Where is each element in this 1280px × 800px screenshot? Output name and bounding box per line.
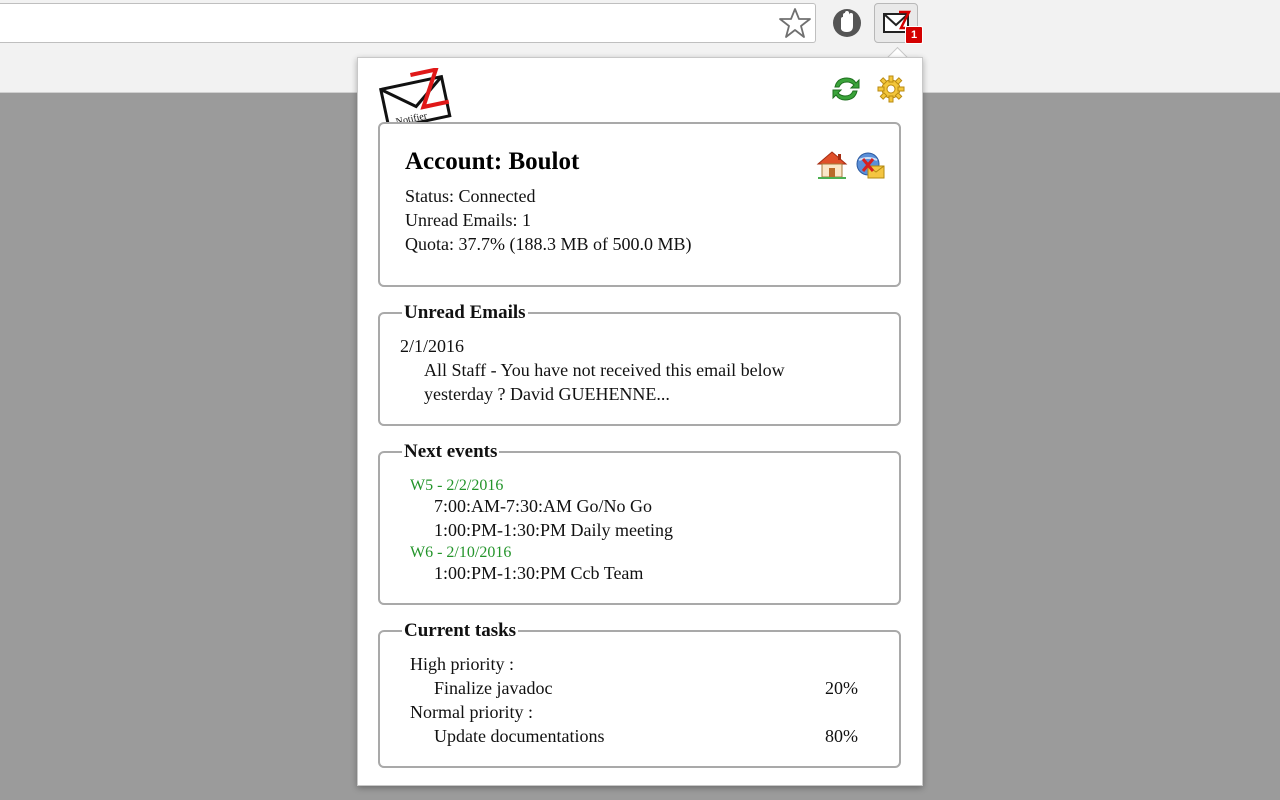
event-item[interactable]: 1:00:PM-1:30:PM Ccb Team [434,563,643,584]
next-events-legend: Next events [404,441,498,462]
account-status: Status: Connected [405,186,536,206]
gear-icon[interactable] [876,74,906,104]
current-tasks-legend: Current tasks [404,620,517,641]
email-date: 2/1/2016 [400,336,465,356]
unread-emails-legend: Unread Emails [404,302,526,323]
account-title: Account: Boulot [405,148,580,175]
email-preview-line2[interactable]: yesterday ? David GUEHENNE... [424,384,670,405]
task-name[interactable]: Update documentations [434,726,604,747]
home-icon[interactable] [816,150,848,180]
event-item[interactable]: 1:00:PM-1:30:PM Daily meeting [434,520,673,541]
hand-shield-icon[interactable] [828,4,866,42]
email-preview-line1[interactable]: All Staff - You have not received this e… [424,360,785,381]
refresh-icon[interactable] [830,74,862,104]
compose-mail-icon[interactable] [854,150,886,182]
priority-header-normal: Normal priority : [410,702,533,722]
event-item[interactable]: 7:00:AM-7:30:AM Go/No Go [434,496,652,517]
event-week-header: W6 - 2/10/2016 [410,544,512,561]
priority-header-high: High priority : [410,654,514,674]
unread-badge: 1 [905,26,923,44]
event-week-header: W5 - 2/2/2016 [410,477,504,494]
task-name[interactable]: Finalize javadoc [434,678,552,699]
star-icon[interactable] [778,6,812,40]
task-percent: 20% [825,678,858,698]
address-bar[interactable] [0,3,816,43]
account-quota: Quota: 37.7% (188.3 MB of 500.0 MB) [405,234,692,254]
account-unread-count: Unread Emails: 1 [405,210,531,230]
task-percent: 80% [825,726,858,746]
